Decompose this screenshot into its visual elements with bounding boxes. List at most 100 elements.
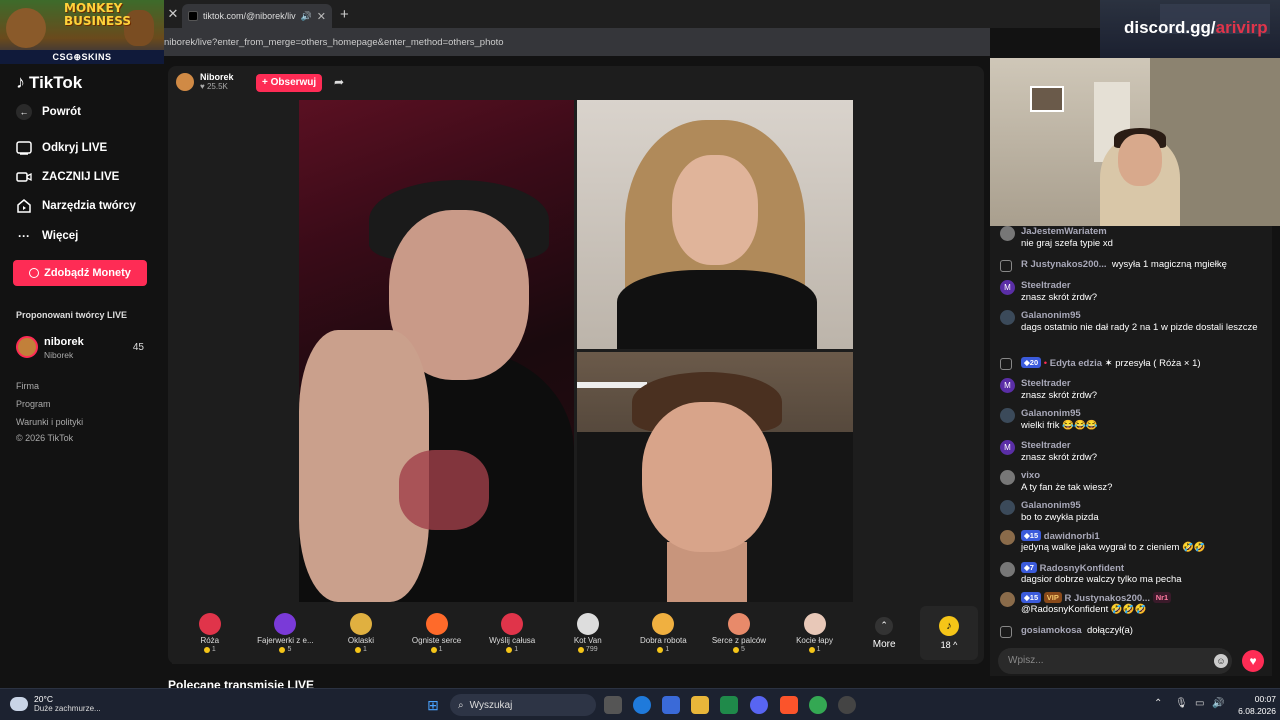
gift-item[interactable]: Oklaski 1 — [323, 602, 399, 664]
get-coins-button[interactable]: Zdobądź Monety — [13, 260, 147, 286]
chat-username[interactable]: Steeltrader — [1021, 280, 1071, 291]
clock[interactable]: 00:07 6.08.2026 — [1226, 693, 1276, 717]
speaker-icon[interactable]: 🔊 — [301, 11, 312, 22]
gift-item[interactable]: Dobra robota 1 — [626, 602, 702, 664]
windows-start-icon[interactable]: ⊞ — [424, 696, 442, 714]
gift-item[interactable]: Kocie łapy 1 — [777, 602, 853, 664]
gift-item[interactable]: Fajerwerki z e... 5 — [248, 602, 324, 664]
emoji-icon[interactable]: ☺ — [1214, 654, 1228, 668]
excel-icon[interactable] — [720, 696, 738, 714]
chat-username[interactable]: Galanonim95 — [1021, 408, 1081, 419]
close-icon[interactable]: ✕ — [164, 6, 182, 22]
suggested-creator[interactable]: niborek Niborek 45 — [16, 334, 148, 362]
new-tab-button[interactable]: + — [340, 6, 349, 23]
chat-username[interactable]: JaJestemWariatem — [1021, 226, 1107, 237]
avatar[interactable] — [1000, 530, 1015, 545]
coin-icon — [355, 646, 362, 653]
gift-item[interactable]: Ogniste serce 1 — [399, 602, 475, 664]
host-info[interactable]: Niborek ♥ 25.5K — [176, 72, 234, 91]
avatar[interactable] — [1000, 408, 1015, 423]
avatar[interactable] — [1000, 470, 1015, 485]
thumbs-up-icon — [652, 613, 675, 635]
avatar[interactable] — [1000, 260, 1012, 272]
avatar[interactable] — [1000, 626, 1012, 638]
more-icon: ··· — [18, 229, 30, 243]
discord-icon[interactable] — [750, 696, 768, 714]
chat-username[interactable]: ◆15 dawidnorbi1 — [1021, 530, 1100, 542]
weather-widget[interactable]: 20°C Duże zachmurze... — [10, 694, 101, 713]
chevron-up-icon[interactable]: ⌃ — [1154, 698, 1162, 709]
chat-text: nie graj szefa typie xd — [1021, 238, 1113, 249]
firework-icon — [274, 613, 297, 635]
task-view-icon[interactable] — [604, 696, 622, 714]
sidebar-item-creator-tools[interactable]: Narzędzia twórcy — [16, 198, 136, 214]
heart-icon[interactable]: ♥ — [1242, 650, 1264, 672]
gift-item[interactable]: Wyślij całusa 1 — [474, 602, 550, 664]
avatar[interactable] — [1000, 500, 1015, 515]
gift-item[interactable]: Serce z palców 5 — [701, 602, 777, 664]
chat-username[interactable]: ◆15 VIP R Justynakos200... Nr1 — [1021, 592, 1172, 604]
tab-title: tiktok.com/@niborek/live?e — [203, 11, 296, 21]
volume-icon[interactable]: 🔊 — [1212, 698, 1224, 709]
file-explorer-icon[interactable] — [691, 696, 709, 714]
chat-username[interactable]: ◆7 RadosnyKonfident — [1021, 562, 1124, 574]
discord-link: discord.gg/arivirp — [1124, 18, 1268, 37]
address-bar[interactable]: niborek/live?enter_from_merge=others_hom… — [164, 28, 990, 56]
chat-input[interactable]: Wpisz... — [998, 648, 1232, 674]
footer-link-terms[interactable]: Warunki i polityki — [16, 417, 83, 427]
creator-tools-icon — [16, 198, 32, 214]
avatar[interactable]: M — [1000, 378, 1015, 393]
chat-username[interactable]: Steeltrader — [1021, 378, 1071, 389]
chat-text: dagsior dobrze walczy tylko ma pecha — [1021, 574, 1182, 585]
sidebar-item-start-live[interactable]: ZACZNIJ LIVE — [16, 169, 119, 185]
avatar[interactable] — [1000, 310, 1015, 325]
footer-link-program[interactable]: Program — [16, 399, 51, 409]
edge-icon[interactable] — [633, 696, 651, 714]
back-button[interactable]: ← Powrót — [16, 104, 81, 120]
store-icon[interactable] — [662, 696, 680, 714]
avatar[interactable]: M — [1000, 440, 1015, 455]
avatar[interactable] — [1000, 592, 1015, 607]
chat-username[interactable]: Steeltrader — [1021, 440, 1071, 451]
suggested-creators-title: Proponowani twórcy LIVE — [16, 310, 128, 320]
sidebar-item-discover-live[interactable]: Odkryj LIVE — [16, 140, 107, 156]
fire-heart-icon — [425, 613, 448, 635]
app-icon[interactable] — [838, 696, 856, 714]
network-icon[interactable]: ▭ — [1195, 698, 1204, 709]
monkey-icon — [6, 8, 46, 48]
chat-text: dags ostatnio nie dał rady 2 na 1 w pizd… — [1021, 322, 1258, 333]
taskbar-search[interactable]: ⌕ Wyszukaj — [450, 694, 596, 716]
firework-icon: ✶ — [1104, 358, 1113, 369]
tiktok-note-icon: ♪ — [16, 72, 25, 92]
coin-icon — [29, 268, 40, 278]
chat-username[interactable]: Galanonim95 — [1021, 500, 1081, 511]
browser-tab[interactable]: tiktok.com/@niborek/live?e 🔊 ✕ — [182, 4, 332, 28]
cat-icon — [576, 613, 599, 635]
tiktok-logo[interactable]: ♪ TikTok — [16, 72, 82, 93]
avatar[interactable] — [1000, 562, 1015, 577]
avatar[interactable]: M — [1000, 280, 1015, 295]
video-feed-guest-1 — [577, 100, 853, 349]
follow-button[interactable]: + Obserwuj — [256, 74, 323, 92]
chat-text: wielki frik 😂😂😂 — [1021, 420, 1098, 431]
video-feed-host — [299, 100, 574, 602]
gift-item[interactable]: Róża 1 — [172, 602, 248, 664]
brave-icon[interactable] — [780, 696, 798, 714]
chrome-icon[interactable] — [809, 696, 827, 714]
more-gifts-button[interactable]: ⌃ More — [852, 602, 916, 664]
share-icon[interactable]: ➦ — [334, 75, 344, 89]
close-icon[interactable]: ✕ — [317, 10, 326, 23]
chat-username[interactable]: Galanonim95 — [1021, 310, 1081, 321]
sidebar-item-more[interactable]: ··· Więcej — [16, 228, 78, 244]
gift-item[interactable]: Kot Van 799 — [550, 602, 626, 664]
avatar[interactable] — [1000, 226, 1015, 241]
gift-price: 1 — [203, 646, 216, 653]
video-feed-guest-2 — [577, 352, 853, 602]
avatar[interactable] — [1000, 358, 1012, 370]
coin-balance[interactable]: ♪ 18 ^ — [920, 606, 978, 660]
microphone-icon[interactable]: 🎙 — [1175, 698, 1188, 709]
gift-name: Ogniste serce — [411, 636, 462, 645]
footer-link-company[interactable]: Firma — [16, 381, 39, 391]
chat-username[interactable]: vixo — [1021, 470, 1040, 481]
vip-badge: VIP — [1043, 592, 1062, 603]
